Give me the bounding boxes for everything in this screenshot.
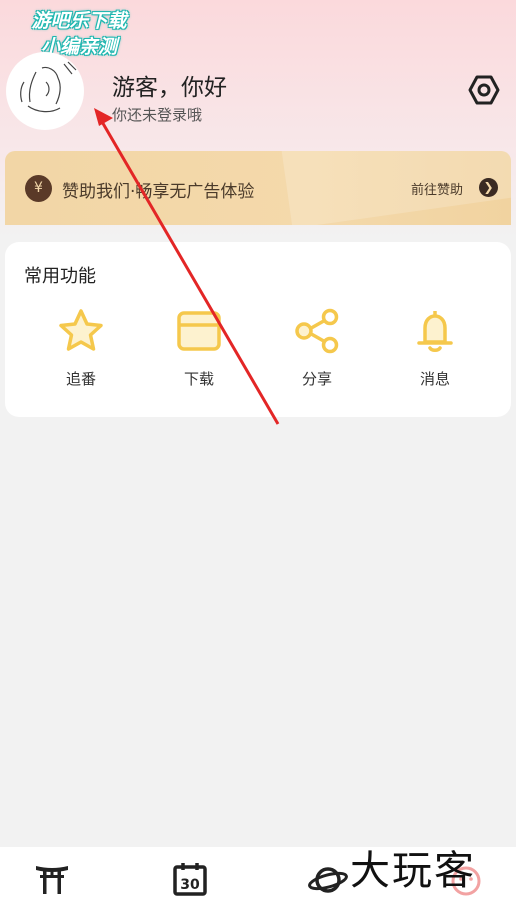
- sponsor-link[interactable]: 前往赞助: [411, 179, 463, 198]
- func-label: 下载: [183, 370, 214, 388]
- folder-icon: [177, 311, 221, 351]
- calendar-icon: 30: [173, 863, 207, 896]
- common-functions-card: 常用功能 追番 下载 分享 消息: [5, 242, 511, 417]
- watermark-line1: 游吧乐下载: [31, 10, 127, 32]
- sponsor-text: 赞助我们·畅享无广告体验: [62, 182, 255, 202]
- share-icon: [295, 308, 339, 354]
- avatar[interactable]: [6, 52, 84, 130]
- brand-watermark: 大玩客: [350, 848, 476, 894]
- tab-home[interactable]: [32, 861, 72, 901]
- tab-calendar[interactable]: 30: [170, 861, 210, 901]
- settings-button[interactable]: [466, 72, 502, 108]
- login-hint[interactable]: 你还未登录哦: [112, 104, 202, 125]
- tab-discover[interactable]: [308, 861, 348, 901]
- func-messages[interactable]: 消息: [395, 308, 475, 389]
- func-label: 分享: [301, 370, 332, 388]
- greeting-text: 游客，你好: [112, 75, 227, 101]
- sponsor-banner[interactable]: ¥ 赞助我们·畅享无广告体验 前往赞助 ❯: [5, 151, 511, 225]
- settings-hexagon-icon: [468, 75, 500, 105]
- func-download[interactable]: 下载: [159, 308, 239, 389]
- site-watermark: 游吧乐下载 小编亲测: [14, 8, 144, 60]
- func-label: 消息: [419, 370, 450, 388]
- star-icon: [59, 309, 103, 351]
- func-follow[interactable]: 追番: [41, 308, 121, 389]
- planet-icon: [308, 867, 348, 893]
- yen-icon: ¥: [25, 175, 52, 202]
- chevron-right-icon[interactable]: ❯: [479, 178, 498, 197]
- bell-icon: [417, 311, 453, 352]
- avatar-sketch-icon: [20, 61, 77, 113]
- torii-icon: [36, 866, 68, 894]
- banner-sheen: [281, 151, 511, 225]
- calendar-day: 30: [180, 877, 200, 893]
- card-title: 常用功能: [24, 266, 96, 287]
- func-label: 追番: [65, 370, 96, 388]
- func-share[interactable]: 分享: [277, 308, 357, 389]
